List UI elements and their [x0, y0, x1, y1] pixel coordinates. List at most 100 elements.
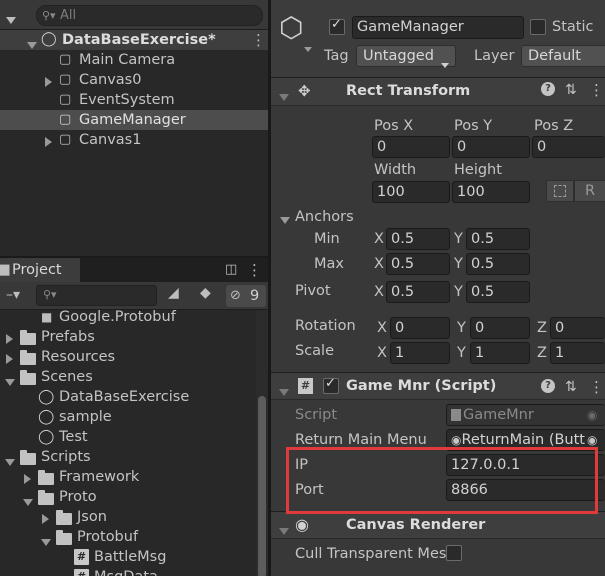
height-label: Height — [454, 162, 502, 178]
anchor-min-x-field[interactable]: 0.5 — [386, 228, 450, 250]
canvas-renderer-title: Canvas Renderer — [346, 517, 486, 533]
expand-arrow-icon[interactable] — [24, 472, 31, 488]
tree-item[interactable]: # BattleMsg — [0, 547, 256, 567]
rotation-z-field[interactable]: 0 — [550, 317, 605, 339]
width-field[interactable]: 100 — [372, 181, 450, 203]
static-label: Static — [552, 19, 594, 35]
filter-label-icon[interactable]: ◆ — [200, 285, 211, 301]
hierarchy-item-main-camera[interactable]: ▢ Main Camera — [0, 50, 268, 70]
folder-icon — [20, 330, 36, 347]
tree-item[interactable]: Json — [0, 507, 256, 527]
tree-item[interactable]: ◯ Test — [0, 427, 256, 447]
raw-edit-label: R — [585, 183, 596, 199]
pos-x-field[interactable]: 0 — [372, 136, 450, 158]
scene-menu-icon[interactable]: ⋮ — [251, 30, 266, 50]
help-icon[interactable]: ? — [541, 379, 555, 393]
tree-item[interactable]: Protobuf — [0, 527, 256, 547]
layer-dropdown[interactable]: Default — [521, 45, 605, 67]
project-search-input[interactable]: ⚲▾ — [36, 285, 157, 306]
pivot-x-field[interactable]: 0.5 — [386, 281, 450, 303]
object-dot-icon: ◉ — [451, 433, 462, 447]
gameobject-cube-icon: ▢ — [59, 112, 72, 127]
expand-arrow-icon[interactable] — [6, 332, 13, 348]
tree-item-label: Scenes — [41, 369, 93, 385]
tree-item[interactable]: ◯ DataBaseExercise — [0, 387, 256, 407]
canvas-renderer-header[interactable]: ◉ Canvas Renderer — [271, 511, 605, 539]
expand-arrow-icon[interactable] — [45, 75, 52, 91]
expand-arrow-icon[interactable] — [42, 512, 49, 528]
anchor-max-y-field[interactable]: 0.5 — [466, 253, 530, 275]
scale-y-field[interactable]: 1 — [470, 342, 530, 364]
unity-scene-icon: ◯ — [41, 31, 57, 47]
tab-project[interactable]: ■ Project — [0, 258, 80, 282]
collapse-arrow-icon[interactable] — [279, 523, 289, 539]
help-icon[interactable]: ? — [541, 82, 555, 96]
presets-icon[interactable]: ⇅ — [565, 377, 577, 397]
chevron-down-icon[interactable] — [304, 40, 312, 56]
tree-item[interactable]: ◯ sample — [0, 407, 256, 427]
pos-z-field[interactable]: 0 — [532, 136, 605, 158]
rotation-y-field[interactable]: 0 — [470, 317, 530, 339]
chevron-down-icon[interactable] — [6, 12, 16, 28]
active-checkbox[interactable]: ✓ — [329, 17, 345, 35]
pos-x-label: Pos X — [374, 118, 414, 134]
tree-item[interactable]: Framework — [0, 467, 256, 487]
pivot-y-field[interactable]: 0.5 — [466, 281, 530, 303]
gameobject-cube-icon: ▢ — [59, 92, 72, 107]
component-menu-icon[interactable]: ⋮ — [589, 80, 604, 100]
rect-transform-header[interactable]: ✥ Rect Transform ? ⇅ ⋮ — [271, 78, 605, 106]
height-field[interactable]: 100 — [452, 181, 530, 203]
scene-row[interactable]: ◯ DataBaseExercise* ⋮ — [0, 30, 268, 50]
hierarchy-item-eventsystem[interactable]: ▢ EventSystem — [0, 90, 268, 110]
expand-arrow-icon[interactable] — [45, 135, 52, 151]
collapse-arrow-icon[interactable] — [279, 384, 289, 400]
hierarchy-item-canvas0[interactable]: ▢ Canvas0 — [0, 70, 268, 90]
component-enabled-checkbox[interactable]: ✓ — [323, 376, 339, 394]
max-label: Max — [314, 256, 344, 272]
anchor-max-x-field[interactable]: 0.5 — [386, 253, 450, 275]
expand-arrow-icon[interactable] — [6, 352, 13, 368]
raw-edit-button[interactable]: R — [574, 180, 605, 202]
create-dropdown-icon[interactable]: –▾ — [6, 287, 20, 303]
tree-item[interactable]: ■ Google.Protobuf — [0, 310, 256, 327]
object-name-field[interactable]: GameManager — [352, 16, 524, 39]
presets-icon[interactable]: ⇅ — [565, 80, 577, 100]
project-scrollbar[interactable] — [256, 310, 268, 576]
hidden-packages-toggle[interactable]: ⊘ 9 — [226, 285, 266, 307]
gameobject-cube-icon[interactable]: ⬡ — [279, 12, 303, 44]
panel-menu-icon[interactable]: ⋮ — [247, 260, 262, 280]
cull-transparent-checkbox[interactable] — [446, 545, 462, 561]
scale-z-field[interactable]: 1 — [550, 342, 605, 364]
scale-x-field[interactable]: 1 — [390, 342, 450, 364]
filter-type-icon[interactable]: ◢ — [168, 285, 179, 301]
x-label: X — [377, 320, 387, 336]
project-toolbar: –▾ ⚲▾ ◢ ◆ ⊘ 9 — [0, 282, 268, 310]
tree-item[interactable]: # MsgData — [0, 567, 256, 576]
component-menu-icon[interactable]: ⋮ — [589, 377, 604, 397]
tag-dropdown[interactable]: Untagged — [356, 45, 456, 68]
tree-item[interactable]: Scenes — [0, 367, 256, 387]
pos-y-field[interactable]: 0 — [452, 136, 530, 158]
scrollbar-thumb[interactable] — [258, 396, 266, 576]
object-picker-icon: ◉ — [587, 408, 598, 422]
tree-item[interactable]: Resources — [0, 347, 256, 367]
tree-item-label: Proto — [59, 489, 97, 505]
collapse-arrow-icon[interactable] — [279, 89, 289, 105]
hierarchy-item-canvas1[interactable]: ▢ Canvas1 — [0, 130, 268, 150]
static-checkbox[interactable] — [530, 19, 546, 35]
tree-item-label: DataBaseExercise — [59, 389, 190, 405]
tree-item[interactable]: Scripts — [0, 447, 256, 467]
tree-item[interactable]: Prefabs — [0, 327, 256, 347]
collapse-arrow-icon[interactable] — [280, 212, 290, 228]
hierarchy-item-gamemanager[interactable]: ▢ GameManager — [0, 110, 268, 130]
tree-item-label: Prefabs — [41, 329, 95, 345]
game-mnr-header[interactable]: # ✓ Game Mnr (Script) ? ⇅ ⋮ — [271, 372, 605, 400]
anchor-min-y-field[interactable]: 0.5 — [466, 228, 530, 250]
scene-name: DataBaseExercise* — [62, 32, 216, 48]
hierarchy-search-input[interactable]: ⚲▾ All — [36, 5, 263, 26]
tree-item[interactable]: Proto — [0, 487, 256, 507]
blueprint-mode-button[interactable] — [546, 180, 574, 202]
lock-icon[interactable]: ◫ — [225, 260, 237, 280]
dropdown-arrow-icon — [441, 54, 449, 74]
rotation-x-field[interactable]: 0 — [390, 317, 450, 339]
